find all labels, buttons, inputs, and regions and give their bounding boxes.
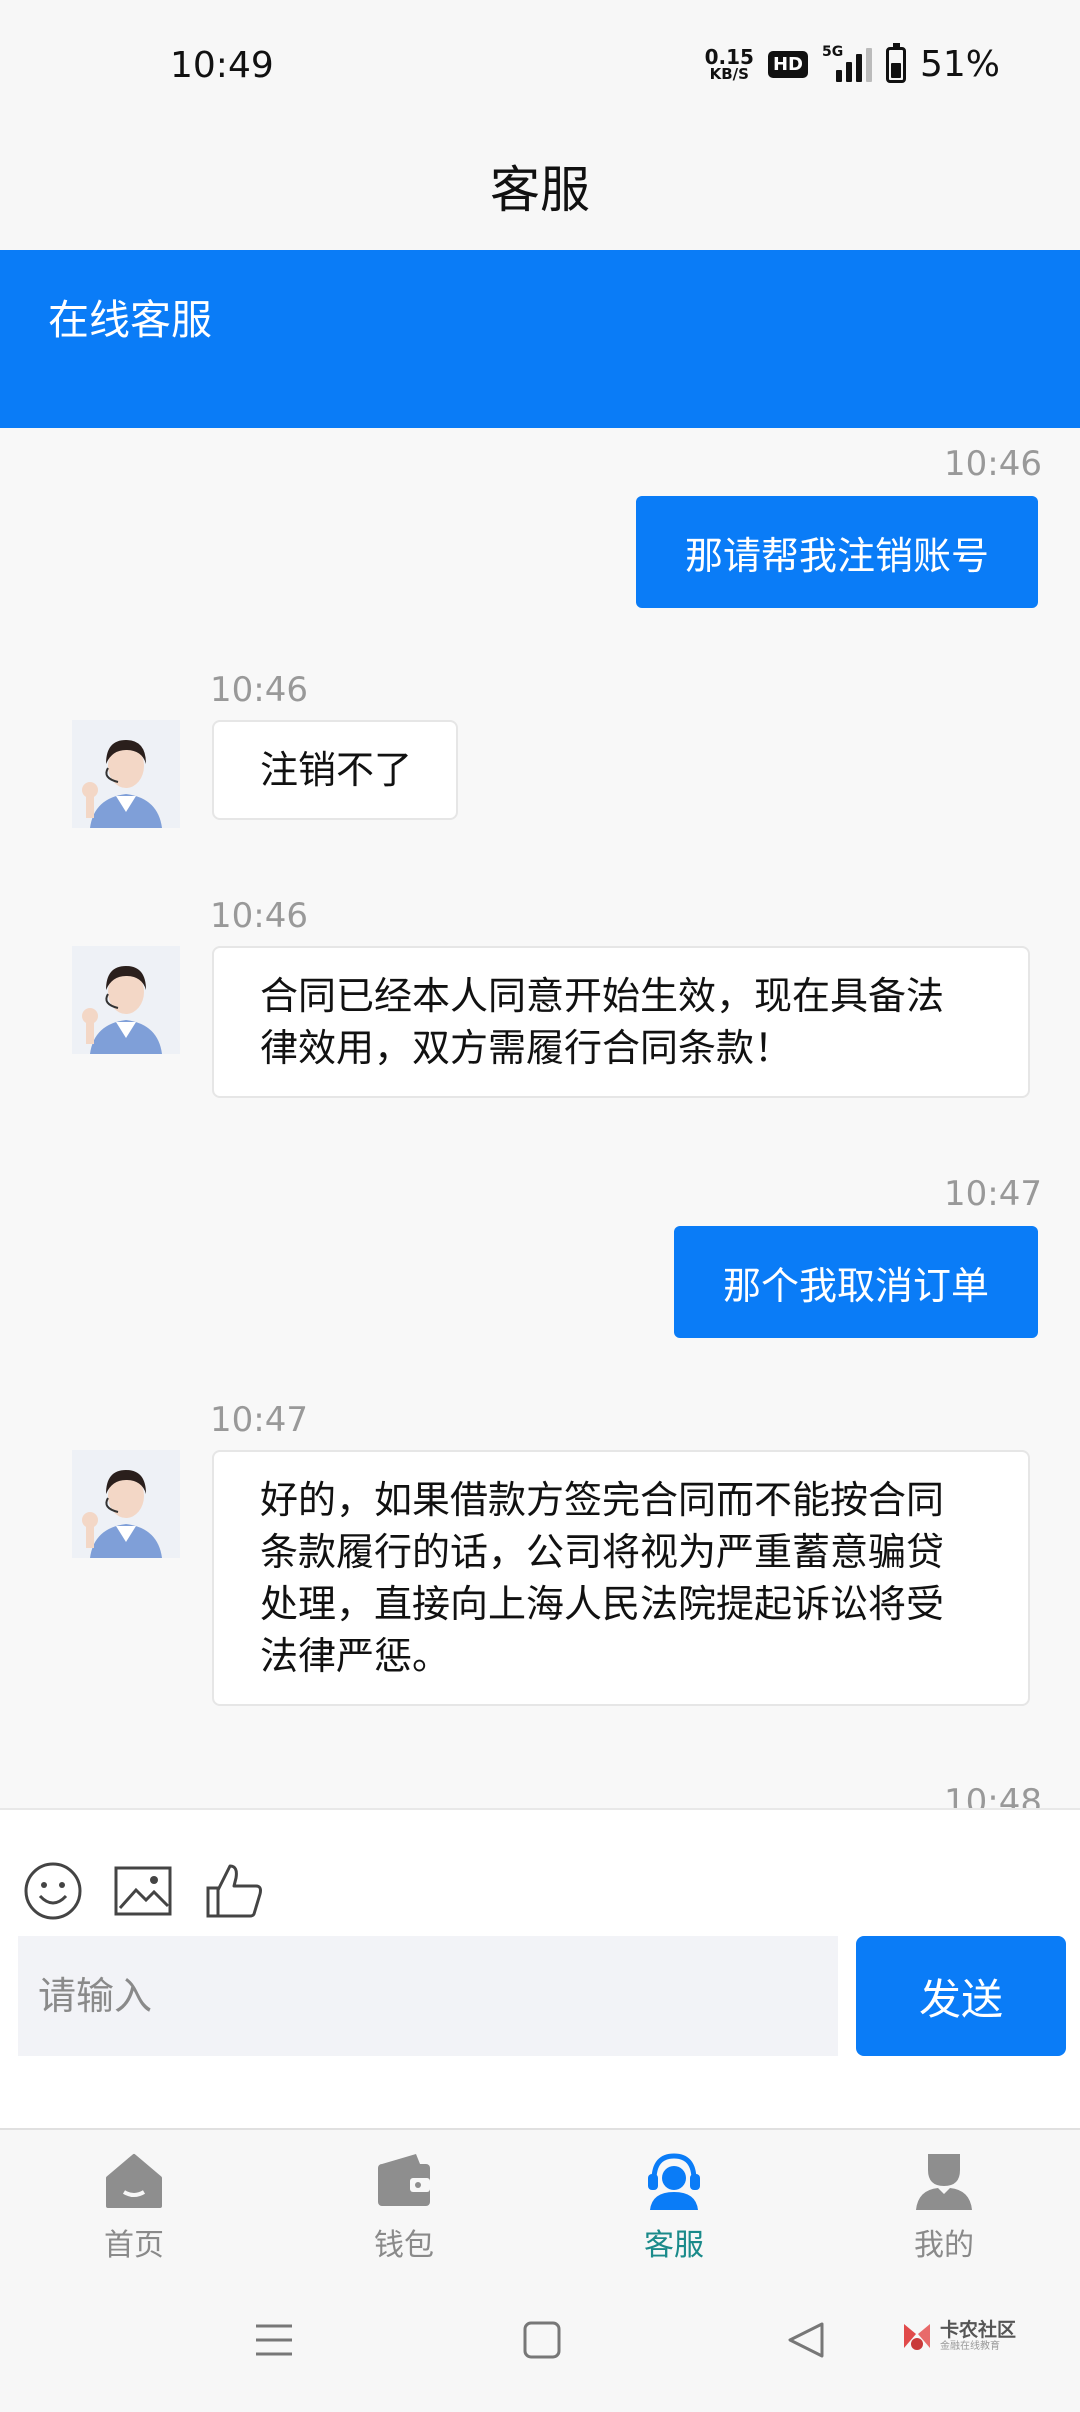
network-speed-value: 0.15 (704, 45, 754, 69)
customer-service-icon (648, 2153, 700, 2210)
network-speed-unit: KB/S (709, 65, 749, 83)
message-time: 10:46 (210, 896, 308, 936)
message-line: 处理，直接向上海人民法院提起诉讼将受 (260, 1582, 945, 1626)
outgoing-message[interactable]: 那个我取消订单 (674, 1226, 1038, 1338)
home-button-icon[interactable] (522, 2320, 562, 2364)
message-line: 律效用，双方需履行合同条款！ (260, 1026, 793, 1070)
back-icon[interactable] (786, 2320, 826, 2364)
watermark-title: 卡农社区 (940, 2318, 1017, 2341)
message-line: 好的，如果借款方签完合同而不能按合同 (260, 1478, 945, 1522)
status-icons: 0.15 KB/S HD 5G 51% (705, 42, 1000, 85)
nav-customer-service[interactable]: 客服 (574, 2148, 774, 2264)
message-line: 法律严惩。 (260, 1634, 451, 1678)
nav-label: 客服 (644, 2228, 704, 2263)
agent-avatar (72, 1450, 180, 1558)
image-icon[interactable] (112, 1860, 174, 1922)
message-time: 10:46 (210, 670, 308, 710)
send-button[interactable]: 发送 (856, 1936, 1066, 2056)
home-icon (106, 2154, 162, 2208)
watermark-logo-icon (904, 2324, 930, 2350)
profile-icon (916, 2154, 972, 2210)
message-text: 注销不了 (260, 748, 413, 792)
incoming-message[interactable]: 合同已经本人同意开始生效，现在具备法 律效用，双方需履行合同条款！ (212, 946, 1030, 1098)
incoming-message[interactable]: 注销不了 (212, 720, 459, 820)
online-service-banner: 在线客服 (0, 250, 1080, 428)
menu-icon[interactable] (254, 2320, 294, 2364)
message-text: 那请帮我注销账号 (684, 533, 989, 578)
network-type: 5G (821, 43, 844, 60)
agent-avatar (72, 946, 180, 1054)
message-input[interactable] (18, 1936, 838, 2056)
nav-label: 首页 (104, 2228, 164, 2263)
network-speed: 0.15 KB/S (705, 47, 754, 82)
battery-percent: 51% (919, 44, 1000, 85)
status-time: 10:49 (170, 45, 274, 86)
agent-avatar (72, 720, 180, 828)
message-time: 10:47 (210, 1400, 308, 1440)
watermark: 卡农社区 金融在线教育 (900, 2320, 1016, 2354)
nav-profile[interactable]: 我的 (844, 2148, 1044, 2264)
outgoing-message[interactable]: 那请帮我注销账号 (636, 496, 1038, 608)
page-title: 客服 (490, 161, 590, 219)
message-time: 10:46 (944, 444, 1042, 484)
watermark-subtitle: 金融在线教育 (940, 2340, 1000, 2352)
message-line: 条款履行的话，公司将视为严重蓄意骗贷 (260, 1530, 945, 1574)
signal-icon: 5G (822, 44, 872, 82)
emoji-icon[interactable] (22, 1860, 84, 1922)
message-line: 合同已经本人同意开始生效，现在具备法 (260, 974, 945, 1018)
status-bar: 10:49 0.15 KB/S HD 5G 51% (0, 0, 1080, 130)
nav-label: 我的 (914, 2228, 974, 2263)
nav-home[interactable]: 首页 (34, 2148, 234, 2264)
wallet-icon (378, 2154, 430, 2206)
incoming-message[interactable]: 好的，如果借款方签完合同而不能按合同 条款履行的话，公司将视为严重蓄意骗贷 处理… (212, 1450, 1030, 1706)
battery-icon (885, 42, 906, 83)
bottom-nav: 首页 钱包 客服 我的 (0, 2128, 1080, 2278)
message-text: 那个我取消订单 (722, 1263, 989, 1308)
banner-title: 在线客服 (48, 296, 212, 344)
chat-list[interactable]: 10:46 那请帮我注销账号 10:46 注销不了 10:46 合同已经本人同意… (0, 428, 1080, 1808)
nav-label: 钱包 (374, 2228, 434, 2263)
message-time: 10:48 (944, 1782, 1042, 1808)
message-composer: 发送 (0, 1808, 1080, 2128)
nav-wallet[interactable]: 钱包 (304, 2148, 504, 2264)
message-time: 10:47 (944, 1174, 1042, 1214)
thumbs-up-icon[interactable] (204, 1860, 266, 1922)
hd-icon: HD (767, 51, 808, 78)
